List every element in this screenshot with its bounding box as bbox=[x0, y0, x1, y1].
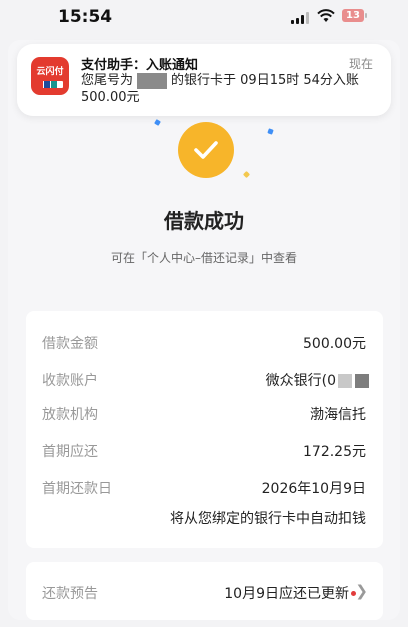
account-name: 微众银行(0 bbox=[265, 373, 336, 389]
notification-amount: 500.00元 bbox=[81, 90, 140, 105]
page-subtitle: 可在「个人中心–借还记录」中查看 bbox=[110, 251, 297, 265]
redacted-block bbox=[355, 374, 369, 388]
auto-debit-note: 将从您绑定的银行卡中自动扣钱 bbox=[170, 511, 366, 527]
page-title: 借款成功 bbox=[164, 209, 244, 233]
notification-body-prefix: 您尾号为 bbox=[81, 73, 134, 88]
notification-title: 支付助手：入账通知 bbox=[81, 58, 199, 73]
app-logo-icon: 云闪付 bbox=[31, 57, 69, 95]
detail-row-first-payment: 首期应还 172.25元 bbox=[26, 441, 383, 463]
detail-row-receiving-account: 收款账户 微众银行(0 bbox=[26, 370, 383, 392]
payment-notification[interactable]: 云闪付 支付助手：入账通知 现在 您尾号为 的银行卡于 09日15时 54分入账 … bbox=[17, 44, 391, 116]
chevron-right-icon[interactable]: ❯ bbox=[355, 582, 368, 600]
repayment-preview-row[interactable]: 还款预告 10月9日应还已更新 ❯ bbox=[26, 562, 383, 620]
notification-time: 现在 bbox=[348, 57, 373, 71]
notification-body: 您尾号为 的银行卡于 09日15时 54分入账 500.00元 bbox=[81, 72, 377, 106]
detail-label: 收款账户 bbox=[42, 373, 98, 389]
detail-label: 借款金额 bbox=[42, 336, 98, 352]
success-check-icon bbox=[178, 122, 234, 178]
detail-row-first-due-date: 首期还款日 2026年10月9日 bbox=[26, 478, 383, 500]
detail-row-loan-amount: 借款金额 500.00元 bbox=[26, 333, 383, 355]
detail-label: 首期还款日 bbox=[42, 481, 112, 497]
battery-icon: 13 bbox=[342, 9, 367, 22]
detail-value: 500.00元 bbox=[303, 336, 366, 352]
redacted-block bbox=[137, 72, 168, 89]
detail-label: 首期应还 bbox=[42, 444, 98, 460]
detail-value: 172.25元 bbox=[303, 444, 366, 460]
signal-icon bbox=[291, 12, 311, 24]
detail-row-lender: 放款机构 渤海信托 bbox=[26, 404, 383, 426]
loan-details-card: 借款金额 500.00元 收款账户 微众银行(0 放款机构 渤海信托 首期应还 … bbox=[26, 311, 383, 548]
detail-value: 微众银行(0 bbox=[266, 370, 369, 390]
detail-value: 2026年10月9日 bbox=[261, 481, 366, 497]
app-logo-text: 云闪付 bbox=[36, 67, 64, 77]
detail-label: 放款机构 bbox=[42, 407, 98, 423]
detail-value: 渤海信托 bbox=[310, 407, 366, 423]
repayment-preview-value: 10月9日应还已更新 bbox=[224, 586, 349, 602]
redacted-block bbox=[338, 374, 352, 388]
wifi-icon bbox=[317, 9, 335, 22]
status-time: 15:54 bbox=[58, 7, 113, 27]
notification-body-middle: 的银行卡于 09日15时 54分入账 bbox=[171, 73, 359, 88]
status-bar: 15:54 13 bbox=[0, 0, 408, 34]
repayment-preview-label: 还款预告 bbox=[42, 586, 98, 602]
